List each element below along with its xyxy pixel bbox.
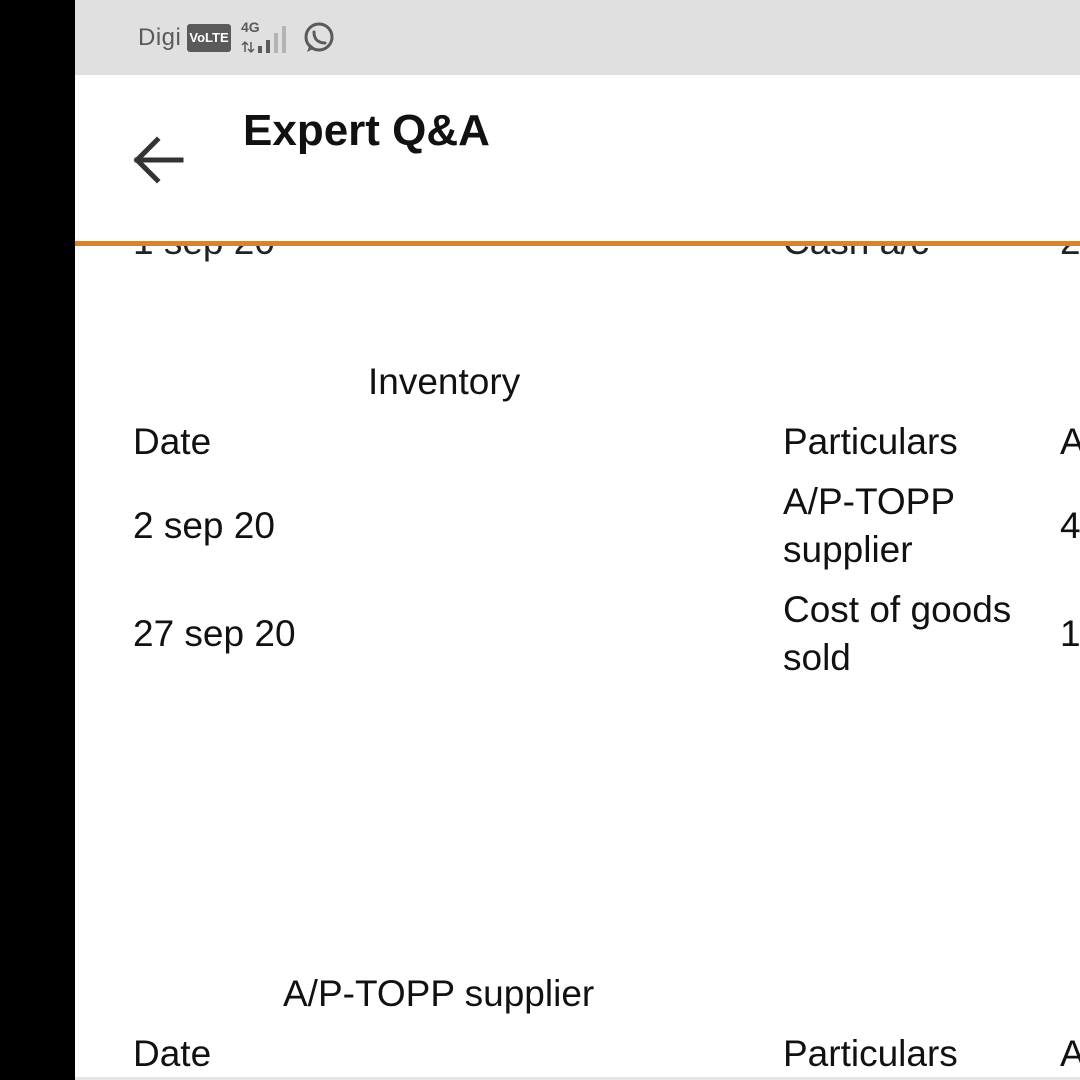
- inventory-title: Inventory: [368, 361, 521, 402]
- inventory-row-2-particulars-line2: sold: [783, 637, 851, 678]
- partial-row-amount: 2: [1060, 246, 1080, 266]
- ap-topp-header-particulars: Particulars: [783, 1033, 958, 1074]
- left-black-strip: [0, 0, 75, 1080]
- answer-content: 1 sep 20 Cash a/c 2 Inventory Date Parti…: [75, 246, 1080, 1080]
- inventory-row-2-particulars-line1: Cost of goods: [783, 589, 1012, 630]
- app-bar-accent-line: [75, 241, 1080, 246]
- inventory-row-2-date: 27 sep 20: [133, 613, 296, 654]
- ap-topp-header-date: Date: [133, 1033, 212, 1074]
- ap-topp-supplier-title: A/P-TOPP supplier: [283, 973, 595, 1014]
- carrier-label: Digi: [138, 24, 182, 51]
- signal-strength-icon: [241, 26, 286, 54]
- inventory-header-date: Date: [133, 421, 212, 462]
- inventory-row-1-date: 2 sep 20: [133, 505, 275, 546]
- inventory-header-particulars: Particulars: [783, 421, 958, 462]
- page-title: Expert Q&A: [243, 106, 490, 155]
- status-bar: Digi VoLTE 4G: [75, 0, 1080, 75]
- inventory-header-amount: A: [1060, 421, 1080, 462]
- whatsapp-icon: [304, 22, 334, 52]
- partial-row-date: 1 sep 20: [133, 246, 275, 266]
- inventory-row-1-particulars-line1: A/P-TOPP: [783, 481, 956, 522]
- app-bar: [75, 75, 1080, 243]
- inventory-row-1-particulars-line2: supplier: [783, 529, 913, 570]
- inventory-row-1-amount: 4: [1060, 505, 1080, 546]
- ap-topp-header-amount: A: [1060, 1033, 1080, 1074]
- volte-badge: VoLTE: [187, 24, 231, 52]
- phone-screen: Digi VoLTE 4G Expert Q&A 1 sep 20 Cash a…: [75, 0, 1080, 1080]
- arrow-back-icon[interactable]: [123, 125, 193, 195]
- inventory-row-2-amount: 1: [1060, 613, 1080, 654]
- partial-row-particulars: Cash a/c: [783, 246, 929, 266]
